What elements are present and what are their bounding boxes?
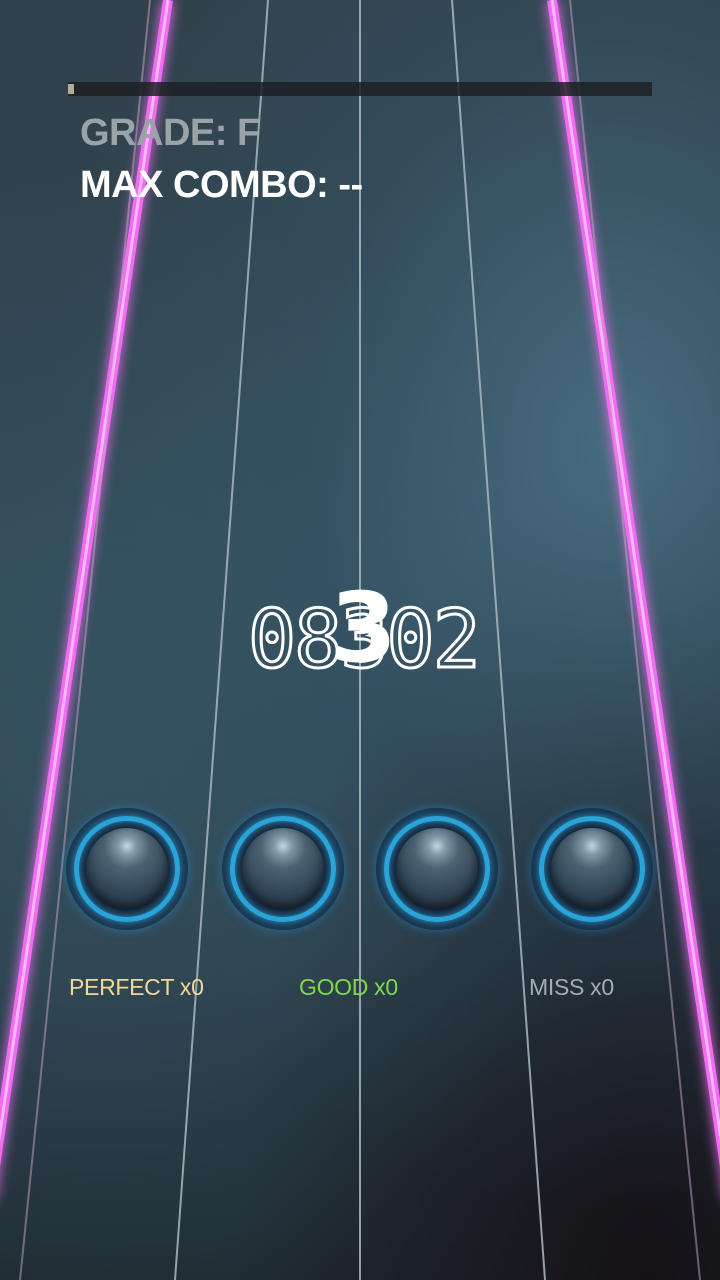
song-progress-bar xyxy=(68,82,652,96)
hit-pad-lane-3[interactable] xyxy=(376,808,498,930)
lane-border-right xyxy=(569,0,701,1280)
song-progress-fill xyxy=(68,84,74,94)
perfect-count: PERFECT x0 xyxy=(69,974,204,1000)
countdown-number: 3 xyxy=(330,572,397,684)
miss-count: MISS x0 xyxy=(529,974,614,1000)
pad-button-icon xyxy=(242,828,324,910)
pad-button-icon xyxy=(86,828,168,910)
pad-button-icon xyxy=(396,828,478,910)
hit-pad-lane-4[interactable] xyxy=(531,808,653,930)
hit-pad-lane-1[interactable] xyxy=(66,808,188,930)
grade-label: GRADE: F xyxy=(80,112,260,154)
good-count: GOOD x0 xyxy=(299,974,398,1000)
pad-button-icon xyxy=(551,828,633,910)
hit-pad-lane-2[interactable] xyxy=(222,808,344,930)
max-combo-label: MAX COMBO: -- xyxy=(80,164,363,206)
